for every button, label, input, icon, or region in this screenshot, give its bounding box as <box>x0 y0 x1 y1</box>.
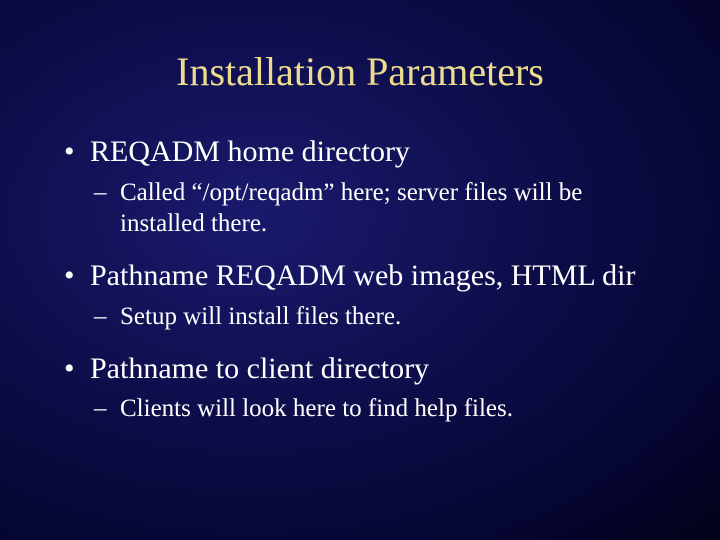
bullet-text: REQADM home directory <box>90 135 410 168</box>
bullet-text: Pathname to client directory <box>90 352 429 385</box>
bullet-item: Pathname REQADM web images, HTML dir Set… <box>60 257 660 332</box>
bullet-item: REQADM home directory Called “/opt/reqad… <box>60 133 660 239</box>
sub-bullet-list: Clients will look here to find help file… <box>90 393 660 424</box>
sub-bullet-item: Clients will look here to find help file… <box>90 393 660 424</box>
bullet-list: REQADM home directory Called “/opt/reqad… <box>60 133 660 425</box>
bullet-text: Pathname REQADM web images, HTML dir <box>90 259 635 292</box>
sub-bullet-text: Setup will install files there. <box>120 303 401 330</box>
bullet-item: Pathname to client directory Clients wil… <box>60 350 660 425</box>
sub-bullet-text: Clients will look here to find help file… <box>120 395 513 422</box>
sub-bullet-item: Setup will install files there. <box>90 301 660 332</box>
slide-title: Installation Parameters <box>60 48 660 95</box>
sub-bullet-text: Called “/opt/reqadm” here; server files … <box>120 179 582 237</box>
slide: Installation Parameters REQADM home dire… <box>0 0 720 540</box>
sub-bullet-item: Called “/opt/reqadm” here; server files … <box>90 177 660 240</box>
sub-bullet-list: Setup will install files there. <box>90 301 660 332</box>
sub-bullet-list: Called “/opt/reqadm” here; server files … <box>90 177 660 240</box>
